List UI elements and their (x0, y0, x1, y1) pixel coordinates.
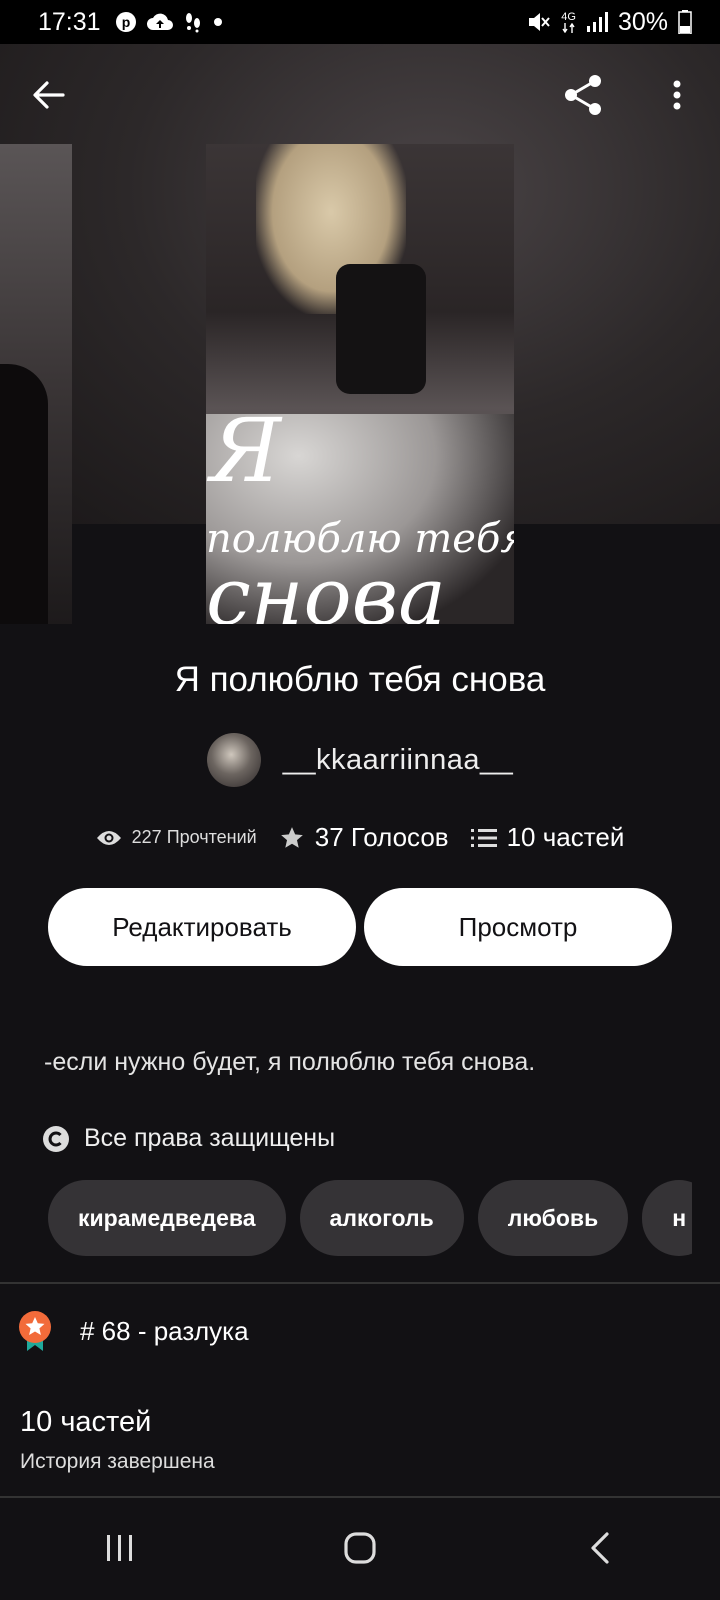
network-type-icon: 4G (561, 11, 576, 33)
section-divider (0, 1282, 720, 1284)
author-row[interactable]: __kkaarriinnaa__ (0, 733, 720, 787)
status-time: 17:31 (38, 7, 101, 36)
back-nav-button[interactable] (540, 1508, 660, 1588)
chevron-left-icon (591, 1532, 609, 1564)
reads-count: 227 Прочтений (131, 827, 257, 847)
back-button[interactable] (24, 70, 74, 120)
more-options-button[interactable] (652, 70, 702, 120)
home-button[interactable] (300, 1508, 420, 1588)
parts-stat: 10 частей (470, 822, 625, 853)
rank-badge-icon (19, 1311, 51, 1351)
svg-text:p: p (121, 14, 130, 30)
tag-chip[interactable]: кирамедведева (48, 1180, 286, 1256)
mute-icon (527, 11, 551, 33)
copyright-row: Все права защищены (42, 1124, 335, 1153)
previous-cover-peek[interactable] (0, 144, 72, 624)
tag-chip[interactable]: любовь (477, 1180, 629, 1256)
battery-icon (678, 10, 692, 34)
recents-icon (107, 1535, 132, 1561)
ranking-label[interactable]: # 68 - разлука (80, 1316, 249, 1347)
parts-count-stat: 10 частей (506, 822, 625, 852)
eye-icon (96, 830, 121, 845)
votes-count: 37 Голосов (314, 822, 449, 852)
cover-text-line-1: Я (210, 399, 282, 502)
steps-icon (183, 11, 203, 33)
recents-button[interactable] (60, 1508, 180, 1588)
preview-button[interactable]: Просмотр (364, 888, 672, 966)
book-description: -если нужно будет, я полюблю тебя снова. (44, 1048, 536, 1076)
share-icon (565, 75, 601, 115)
completion-status: История завершена (20, 1450, 215, 1473)
edit-button[interactable]: Редактировать (48, 888, 356, 966)
copyright-icon (43, 1125, 69, 1152)
system-nav-bar (0, 1496, 720, 1600)
avatar[interactable] (206, 733, 261, 787)
tag-chip[interactable]: алкоголь (299, 1180, 464, 1256)
star-icon (280, 826, 303, 848)
share-button[interactable] (558, 70, 608, 120)
home-icon (344, 1532, 376, 1564)
author-name[interactable]: __kkaarriinnaa__ (283, 744, 513, 777)
signal-icon (586, 12, 608, 32)
stats-row: 227 Прочтений 37 Голосов 10 частей (0, 822, 720, 853)
parts-count: 10 частей (20, 1406, 152, 1438)
battery-percent: 30% (617, 7, 668, 36)
tag-chip[interactable]: н (642, 1180, 692, 1256)
list-icon (470, 828, 497, 847)
status-bar: 17:31 p 4G 30% (0, 0, 720, 44)
book-title: Я полюблю тебя снова (174, 660, 546, 699)
arrow-left-icon (33, 81, 65, 109)
cover-text-line-3: снова (206, 550, 446, 625)
tags-list[interactable]: кирамедведева алкоголь любовь н (48, 1180, 692, 1256)
votes-stat: 37 Голосов (279, 822, 449, 853)
notification-dot-icon (213, 17, 223, 27)
cloud-upload-icon (146, 12, 173, 32)
book-cover[interactable]: Я полюблю тебя снова (206, 144, 514, 624)
more-vertical-icon (673, 80, 681, 110)
copyright-label: Все права защищены (84, 1124, 336, 1152)
ranking-row[interactable]: # 68 - разлука (18, 1310, 249, 1352)
reads-stat: 227 Прочтений (96, 827, 257, 848)
pinterest-icon: p (115, 11, 137, 33)
